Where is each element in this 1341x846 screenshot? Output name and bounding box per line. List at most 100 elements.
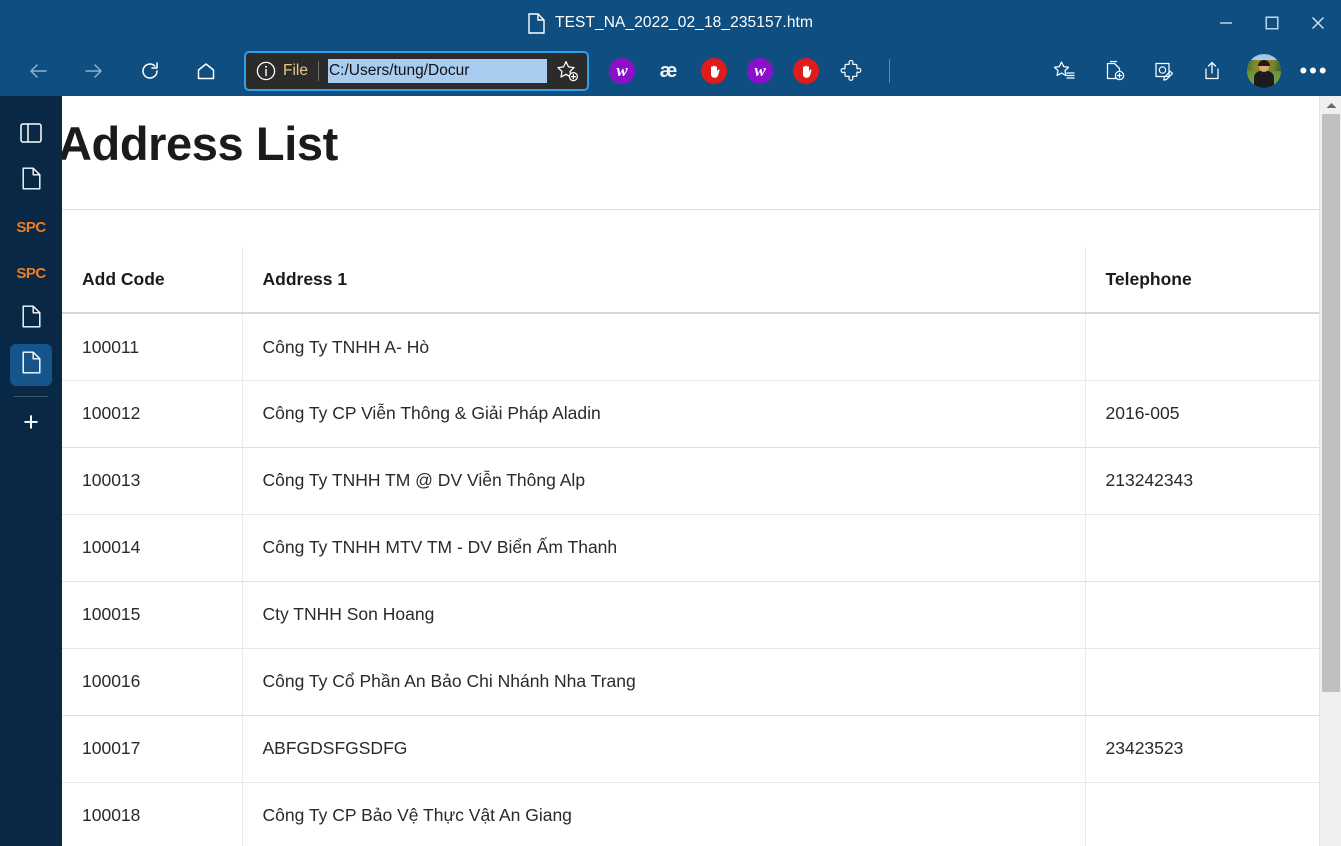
sidebar-item-doc-2[interactable] [10, 298, 52, 340]
scroll-up-arrow-icon[interactable] [1320, 96, 1341, 114]
spc-text-icon: SPC [16, 218, 46, 236]
home-button[interactable] [186, 51, 226, 91]
table-row: 100015 Cty TNHH Son Hoang [62, 581, 1319, 649]
column-header-address-1: Address 1 [242, 247, 1086, 315]
stop-hand-icon [701, 58, 727, 84]
table-row: 100014 Công Ty TNHH MTV TM - DV Biển Ấm … [62, 514, 1319, 582]
back-button[interactable] [18, 51, 58, 91]
title-bar: TEST_NA_2022_02_18_235157.htm [0, 0, 1341, 46]
forward-button[interactable] [74, 51, 114, 91]
cell-address-1: ABFGDSFGSDFG [242, 715, 1086, 783]
scrollbar-thumb[interactable] [1322, 114, 1340, 692]
web-capture-icon[interactable] [1145, 52, 1183, 90]
cell-address-1: Cty TNHH Son Hoang [242, 581, 1086, 649]
avatar-hair [1258, 60, 1270, 66]
add-favorite-star-icon[interactable] [552, 56, 582, 86]
browser-window: TEST_NA_2022_02_18_235157.htm File C:/Us… [0, 0, 1341, 846]
cell-address-1: Công Ty TNHH MTV TM - DV Biển Ấm Thanh [242, 514, 1086, 582]
stop-hand-icon-2 [793, 58, 819, 84]
ae-extension-icon[interactable]: æ [655, 58, 681, 84]
cell-telephone: 23423523 [1085, 715, 1319, 783]
cell-address-1: Công Ty Cổ Phần An Bảo Chi Nhánh Nha Tra… [242, 648, 1086, 716]
address-table: Add Code Address 1 Telephone 100011 Công… [62, 247, 1319, 846]
table-row: 100012 Công Ty CP Viễn Thông & Giải Pháp… [62, 380, 1319, 448]
window-title-group: TEST_NA_2022_02_18_235157.htm [528, 12, 813, 34]
close-button[interactable] [1295, 0, 1341, 46]
table-row: 100018 Công Ty CP Bảo Vệ Thực Vật An Gia… [62, 782, 1319, 846]
cell-add-code: 100011 [62, 313, 243, 381]
table-row: 100017 ABFGDSFGSDFG 23423523 [62, 715, 1319, 783]
cell-address-1: Công Ty CP Viễn Thông & Giải Pháp Aladin [242, 380, 1086, 448]
table-row: 100013 Công Ty TNHH TM @ DV Viễn Thông A… [62, 447, 1319, 515]
panel-layout-icon [20, 122, 42, 148]
document-icon-3 [22, 351, 41, 379]
info-icon[interactable] [254, 59, 278, 83]
adblock-extension-icon-2[interactable] [793, 58, 819, 84]
avatar [1247, 54, 1281, 88]
cell-telephone [1085, 313, 1319, 381]
cell-address-1: Công Ty TNHH A- Hò [242, 313, 1086, 381]
cell-add-code: 100016 [62, 648, 243, 716]
adblock-extension-icon[interactable] [701, 58, 727, 84]
table-header-row: Add Code Address 1 Telephone [62, 247, 1319, 315]
toolbar-right-actions: ••• [1045, 46, 1333, 96]
sidebar-add-button[interactable]: + [10, 401, 52, 443]
plus-icon: + [23, 406, 39, 437]
cell-address-1: Công Ty CP Bảo Vệ Thực Vật An Giang [242, 782, 1086, 846]
share-icon[interactable] [1195, 52, 1233, 90]
cell-add-code: 100013 [62, 447, 243, 515]
minimize-button[interactable] [1203, 0, 1249, 46]
settings-and-more-button[interactable]: ••• [1295, 52, 1333, 90]
favorites-icon[interactable] [1045, 52, 1083, 90]
refresh-button[interactable] [130, 51, 170, 91]
address-input[interactable]: C:/Users/tung/Docur [327, 59, 547, 83]
toolbar-divider [889, 59, 890, 83]
window-title: TEST_NA_2022_02_18_235157.htm [555, 14, 813, 31]
avatar-body [1254, 71, 1274, 88]
spc-text-icon-2: SPC [16, 264, 46, 282]
cell-add-code: 100018 [62, 782, 243, 846]
ae-glyph: æ [659, 59, 678, 82]
profile-avatar[interactable] [1245, 52, 1283, 90]
ellipsis-icon: ••• [1299, 58, 1329, 83]
wallabag-glyph: w [609, 58, 635, 84]
collections-icon[interactable] [1095, 52, 1133, 90]
extensions-puzzle-icon[interactable] [839, 58, 865, 84]
maximize-button[interactable] [1249, 0, 1295, 46]
document-icon-2 [22, 305, 41, 333]
wallabag-extension-icon[interactable]: w [609, 58, 635, 84]
cell-telephone: 213242343 [1085, 447, 1319, 515]
cell-telephone [1085, 648, 1319, 716]
sidebar-item-panel[interactable] [10, 114, 52, 156]
address-separator [317, 61, 319, 81]
sidebar-item-spc-2[interactable]: SPC [10, 252, 52, 294]
browser-toolbar: File C:/Users/tung/Docur w æ w ••• [0, 46, 1341, 96]
cell-add-code: 100014 [62, 514, 243, 582]
cell-telephone [1085, 581, 1319, 649]
sidebar-item-doc-3[interactable] [10, 344, 52, 386]
table-row: 100011 Công Ty TNHH A- Hò [62, 313, 1319, 381]
document-icon [528, 12, 545, 34]
vertical-tab-sidebar: SPC SPC + [0, 96, 62, 846]
cell-add-code: 100015 [62, 581, 243, 649]
sidebar-item-doc-1[interactable] [10, 160, 52, 202]
document-icon [22, 167, 41, 195]
address-bar[interactable]: File C:/Users/tung/Docur [244, 51, 589, 91]
cell-add-code: 100012 [62, 380, 243, 448]
page-title: Address List [62, 117, 338, 170]
column-header-add-code: Add Code [62, 247, 243, 315]
window-controls [1203, 0, 1341, 46]
cell-telephone: 2016-005 [1085, 380, 1319, 448]
wallabag-extension-icon-2[interactable]: w [747, 58, 773, 84]
page-content: Address List Add Code Address 1 Telephon… [62, 96, 1319, 846]
sidebar-item-spc-1[interactable]: SPC [10, 206, 52, 248]
extension-icons: w æ w [609, 58, 894, 84]
vertical-scrollbar[interactable] [1319, 96, 1341, 846]
sidebar-divider [14, 396, 48, 397]
cell-telephone [1085, 782, 1319, 846]
cell-telephone [1085, 514, 1319, 582]
table-row: 100016 Công Ty Cổ Phần An Bảo Chi Nhánh … [62, 648, 1319, 716]
wallabag-glyph-2: w [747, 58, 773, 84]
cell-add-code: 100017 [62, 715, 243, 783]
cell-address-1: Công Ty TNHH TM @ DV Viễn Thông Alp [242, 447, 1086, 515]
